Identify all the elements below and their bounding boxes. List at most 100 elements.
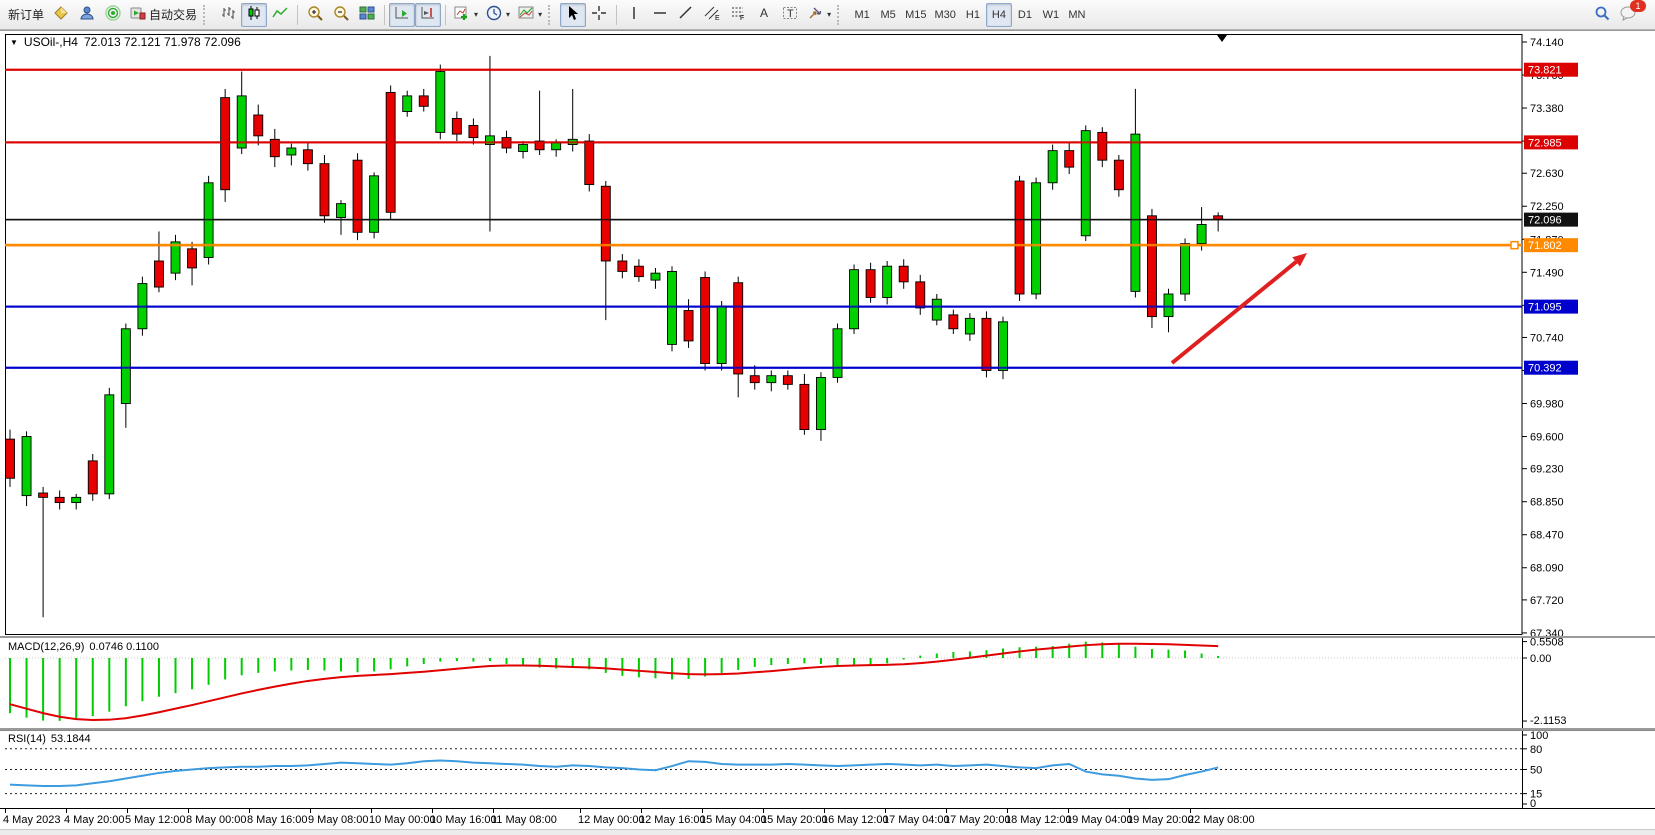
time-tick <box>371 809 372 813</box>
text-label-button[interactable]: T <box>777 3 803 27</box>
candlestick-chart-button[interactable] <box>241 3 267 27</box>
candle-bullish <box>1164 294 1173 317</box>
timeframe-mn-button[interactable]: MN <box>1064 3 1090 27</box>
crosshair-button[interactable] <box>586 3 612 27</box>
timeframe-m1-button[interactable]: M1 <box>849 3 875 27</box>
periods-button[interactable]: ▾ <box>482 3 514 27</box>
time-tick <box>946 809 947 813</box>
price-tick-label: 67.340 <box>1530 628 1564 636</box>
toolbar-separator <box>616 5 617 25</box>
price-tag-label: 71.095 <box>1528 302 1562 314</box>
tile-windows-icon <box>359 5 375 24</box>
time-axis-label: 15 May 20:00 <box>761 814 828 826</box>
rsi-line <box>10 761 1218 787</box>
candle-bullish <box>850 270 859 329</box>
time-tick <box>1129 809 1130 813</box>
candle-bullish <box>1131 134 1140 291</box>
price-tick-label: 68.850 <box>1530 497 1564 509</box>
zoom-in-button[interactable] <box>302 3 328 27</box>
candle-bullish <box>337 204 346 218</box>
dropdown-caret-icon: ▾ <box>827 10 831 19</box>
toolbar-grip <box>837 5 844 25</box>
auto-scroll-button[interactable] <box>389 3 415 27</box>
candle-bearish <box>1098 132 1107 160</box>
indicators-button[interactable]: ▾ <box>450 3 482 27</box>
candle-bullish <box>72 497 81 502</box>
candle-bearish <box>386 92 395 212</box>
candle-bearish <box>684 311 693 341</box>
search-button[interactable] <box>1589 3 1615 27</box>
terminal-button[interactable] <box>100 3 126 27</box>
timeframe-w1-button[interactable]: W1 <box>1038 3 1064 27</box>
timeframe-m5-button[interactable]: M5 <box>875 3 901 27</box>
candle-bullish <box>965 318 974 334</box>
candle-bearish <box>1015 181 1024 294</box>
timeframe-m30-button[interactable]: M30 <box>931 3 960 27</box>
market-watch-button[interactable] <box>48 3 74 27</box>
candle-bearish <box>866 270 875 298</box>
timeframe-m15-button[interactable]: M15 <box>901 3 930 27</box>
candle-bullish <box>171 242 180 273</box>
candle-bearish <box>1114 160 1123 190</box>
signal-icon <box>105 5 121 24</box>
arrows-icon <box>807 5 823 24</box>
time-axis-label: 17 May 04:00 <box>883 814 950 826</box>
time-axis[interactable]: 4 May 20234 May 20:005 May 12:008 May 00… <box>0 809 1655 829</box>
time-tick <box>1068 809 1069 813</box>
text-button[interactable]: A <box>751 3 777 27</box>
new-order-label: 新订单 <box>8 6 44 23</box>
toolbar-separator <box>445 5 446 25</box>
tile-windows-button[interactable] <box>354 3 380 27</box>
time-axis-label: 10 May 00:00 <box>369 814 436 826</box>
timeframe-h4-button[interactable]: H4 <box>986 3 1012 27</box>
dropdown-caret-icon: ▾ <box>474 10 478 19</box>
vertical-line-button[interactable] <box>621 3 647 27</box>
equidistant-channel-button[interactable]: E <box>699 3 725 27</box>
arrows-button[interactable]: ▾ <box>803 3 835 27</box>
rsi-pane[interactable]: 1008050150 <box>0 730 1655 809</box>
fibonacci-button[interactable]: F <box>725 3 751 27</box>
horizontal-line-button[interactable] <box>647 3 673 27</box>
time-axis-label: 8 May 00:00 <box>186 814 247 826</box>
rsi-value: 53.1844 <box>51 733 91 745</box>
candle-bearish <box>982 318 991 370</box>
chart-shift-button[interactable] <box>415 3 441 27</box>
time-axis-label: 16 May 12:00 <box>822 814 889 826</box>
text-label-icon: T <box>782 5 798 24</box>
timeframe-h1-button[interactable]: H1 <box>960 3 986 27</box>
timeframe-d1-button[interactable]: D1 <box>1012 3 1038 27</box>
rsi-axis-label: 100 <box>1530 730 1548 742</box>
line-chart-button[interactable] <box>267 3 293 27</box>
macd-axis-label: -2.1153 <box>1530 715 1567 727</box>
new-order-button[interactable]: 新订单 <box>4 3 48 27</box>
dropdown-caret-icon: ▾ <box>506 10 510 19</box>
price-tick-label: 68.090 <box>1530 563 1564 575</box>
time-tick <box>127 809 128 813</box>
toolbar-separator <box>297 5 298 25</box>
time-axis-label: 22 May 08:00 <box>1188 814 1255 826</box>
time-tick <box>188 809 189 813</box>
horizontal-scrollbar[interactable] <box>0 829 1655 835</box>
time-tick <box>824 809 825 813</box>
autotrading-button[interactable]: 自动交易 <box>126 3 201 27</box>
zoom-out-button[interactable] <box>328 3 354 27</box>
collapse-triangle-icon[interactable]: ▼ <box>10 38 18 47</box>
cursor-button[interactable] <box>560 3 586 27</box>
candle-bullish <box>1032 183 1041 294</box>
templates-button[interactable]: ▾ <box>514 3 546 27</box>
price-tag-label: 72.096 <box>1528 215 1562 227</box>
candle-bullish <box>436 72 445 133</box>
notifications-button[interactable]: 1 <box>1615 3 1641 27</box>
svg-text:T: T <box>787 8 794 20</box>
macd-pane[interactable]: 0.55080.00-2.1153 <box>0 638 1655 728</box>
time-axis-label: 11 May 08:00 <box>491 814 557 826</box>
price-tick-label: 72.630 <box>1530 168 1564 180</box>
candle-bearish <box>916 282 925 308</box>
price-tag-label: 72.985 <box>1528 137 1562 149</box>
rsi-axis-label: 80 <box>1530 744 1542 756</box>
bar-chart-button[interactable] <box>215 3 241 27</box>
main-price-chart[interactable]: 74.14073.76073.38073.00072.63072.25071.8… <box>0 34 1655 636</box>
navigator-button[interactable] <box>74 3 100 27</box>
candle-bearish <box>452 118 461 134</box>
trendline-button[interactable] <box>673 3 699 27</box>
